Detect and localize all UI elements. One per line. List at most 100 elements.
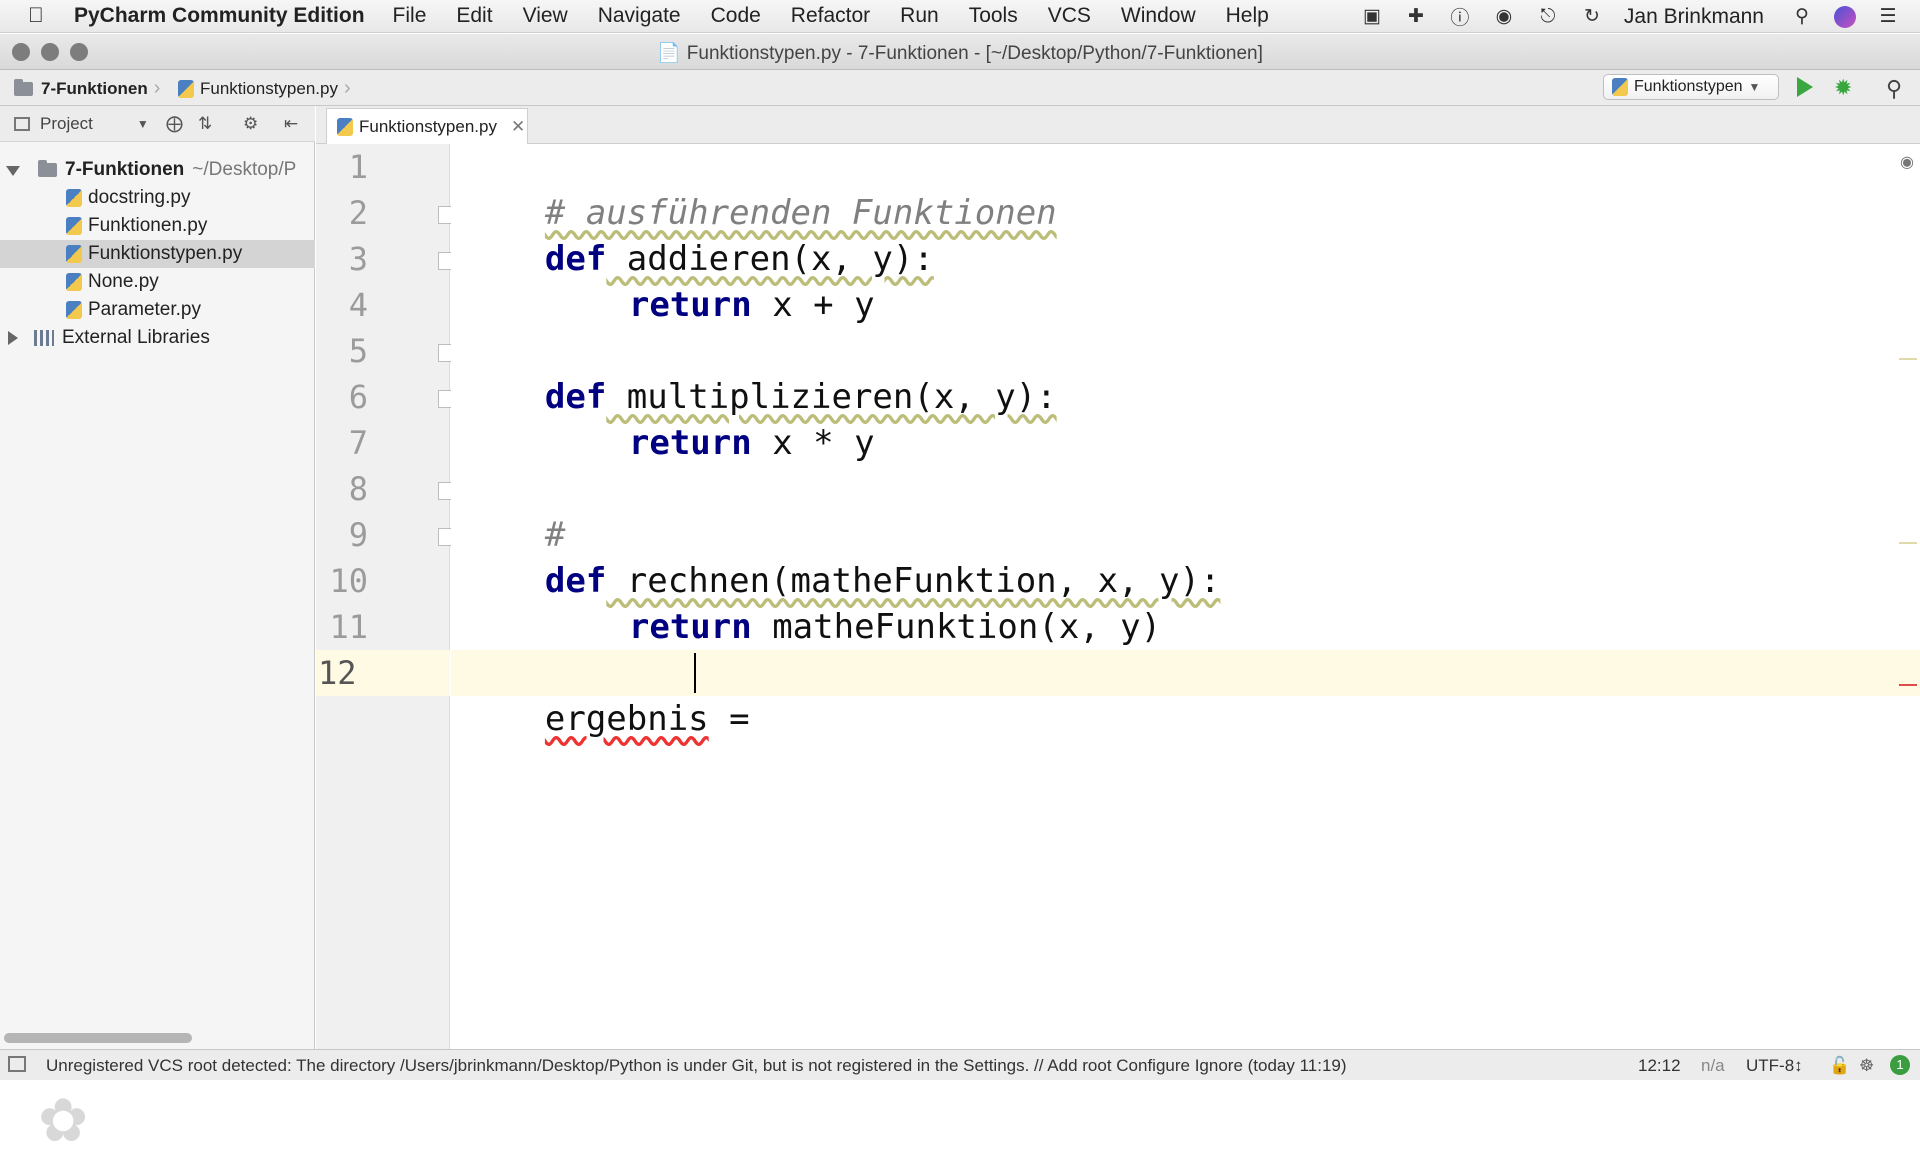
line-number-current: 12 <box>316 650 450 696</box>
code-text: x + y <box>751 285 875 325</box>
line-separator[interactable]: n/a <box>1701 1056 1725 1076</box>
lock-icon[interactable]: 🔓 <box>1829 1056 1850 1076</box>
apple-icon[interactable]:  <box>28 4 62 28</box>
menu-run[interactable]: Run <box>900 4 939 28</box>
breadcrumb-chevron-icon: › <box>153 77 161 99</box>
error-stripe-marker[interactable] <box>1899 684 1917 686</box>
leaf-tray-icon[interactable]: ◉ <box>1492 5 1516 29</box>
project-view-label: Project <box>40 114 93 133</box>
plus-tray-icon[interactable]: ✚ <box>1404 5 1428 29</box>
folder-icon <box>38 160 57 177</box>
inspector-icon[interactable]: ☸ <box>1859 1056 1874 1076</box>
toggle-tool-windows-icon[interactable] <box>8 1056 26 1072</box>
menu-code[interactable]: Code <box>711 4 761 28</box>
code-keyword: return <box>628 285 752 325</box>
time-machine-icon[interactable]: ↻ <box>1580 5 1604 29</box>
horizontal-scrollbar[interactable] <box>4 1033 192 1043</box>
screen-recorder-icon[interactable]: ▣ <box>1360 5 1384 29</box>
tab-funktionstypen[interactable]: Funktionstypen.py ✕ <box>326 108 528 144</box>
run-configuration-label: Funktionstypen <box>1634 78 1743 95</box>
notification-center-icon[interactable]: ☰ <box>1876 5 1900 29</box>
code-editor[interactable]: # ausführenden Funktionen def addieren(x… <box>451 144 1920 1049</box>
scroll-from-source-icon[interactable]: ⨁ <box>166 114 183 134</box>
line-number: 7 <box>348 424 368 462</box>
debug-bug-icon[interactable]: ✹ <box>1834 75 1852 101</box>
window-titlebar: 📄 Funktionstypen.py - 7-Funktionen - [~/D… <box>0 34 1920 70</box>
tree-file-parameter[interactable]: Parameter.py <box>0 296 315 324</box>
python-file-icon <box>1612 78 1628 96</box>
menu-tools[interactable]: Tools <box>969 4 1018 28</box>
breadcrumb-project[interactable]: 7-Funktionen › <box>14 77 160 100</box>
close-icon[interactable]: ✕ <box>511 117 525 137</box>
code-line-2: def addieren(x, y): <box>463 190 934 279</box>
macos-menubar:  PyCharm Community Edition File Edit Vi… <box>0 0 1920 33</box>
code-line-1: # ausführenden Funktionen <box>463 144 1057 233</box>
tree-file-docstring[interactable]: docstring.py <box>0 184 315 212</box>
run-configuration-select[interactable]: Funktionstypen ▼ <box>1603 74 1779 100</box>
hide-panel-icon[interactable]: ⇤ <box>284 114 298 134</box>
project-view-icon <box>14 117 30 131</box>
status-message[interactable]: Unregistered VCS root detected: The dire… <box>46 1056 1347 1076</box>
code-line-8: # <box>463 466 565 555</box>
menu-window[interactable]: Window <box>1121 4 1196 28</box>
breadcrumb-project-label: 7-Funktionen <box>41 78 148 98</box>
python-file-icon <box>66 189 82 207</box>
warning-stripe-marker[interactable] <box>1899 358 1917 360</box>
tree-root-folder[interactable]: 7-Funktionen ~/Desktop/P <box>0 156 315 184</box>
warning-stripe-marker[interactable] <box>1899 542 1917 544</box>
eye-icon[interactable]: ◉ <box>1900 152 1914 172</box>
tree-external-libraries[interactable]: External Libraries <box>0 324 315 352</box>
project-view-selector[interactable]: Project ▼ <box>14 114 149 134</box>
breadcrumb-file[interactable]: Funktionstypen.py › <box>178 77 351 100</box>
python-file-icon <box>66 273 82 291</box>
library-icon <box>34 330 54 346</box>
siri-icon[interactable] <box>1834 5 1856 28</box>
line-number: 6 <box>348 378 368 416</box>
line-number: 11 <box>329 608 368 646</box>
line-number: 3 <box>348 240 368 278</box>
search-everywhere-icon[interactable]: ⚲ <box>1886 76 1902 102</box>
file-encoding[interactable]: UTF-8↕ <box>1746 1056 1803 1076</box>
python-file-icon <box>337 117 353 136</box>
menu-navigate[interactable]: Navigate <box>598 4 681 28</box>
run-icon[interactable] <box>1797 77 1813 97</box>
app-name-menu[interactable]: PyCharm Community Edition <box>74 4 365 28</box>
code-keyword: return <box>628 607 752 647</box>
menu-refactor[interactable]: Refactor <box>791 4 870 28</box>
menubar-user-name[interactable]: Jan Brinkmann <box>1624 5 1764 29</box>
line-number: 10 <box>329 562 368 600</box>
tree-file-label: docstring.py <box>88 187 191 208</box>
expand-arrow-icon[interactable] <box>8 331 18 345</box>
chevron-down-icon: ▼ <box>136 117 149 131</box>
menu-file[interactable]: File <box>393 4 427 28</box>
expand-arrow-icon[interactable] <box>6 166 20 176</box>
navigation-bar: 7-Funktionen › Funktionstypen.py › Funkt… <box>0 70 1920 106</box>
spotlight-search-icon[interactable]: ⚲ <box>1790 5 1814 29</box>
code-line-6: return x * y <box>547 374 875 463</box>
project-tool-window: Project ▼ ⨁ ⇅ ⚙ ⇤ 7-Funktionen ~/Desktop… <box>0 106 315 1154</box>
python-file-icon <box>66 301 82 319</box>
caret-position[interactable]: 12:12 <box>1638 1056 1681 1076</box>
collapse-all-icon[interactable]: ⇅ <box>198 114 212 134</box>
menu-edit[interactable]: Edit <box>456 4 492 28</box>
line-number: 9 <box>348 516 368 554</box>
tree-file-none[interactable]: None.py <box>0 268 315 296</box>
line-number: 2 <box>348 194 368 232</box>
password-manager-icon[interactable]: ⓘ <box>1448 5 1472 29</box>
code-variable-error: ergebnis <box>544 699 709 739</box>
tree-root-label: 7-Funktionen <box>65 159 185 180</box>
event-log-badge[interactable]: 1 <box>1890 1055 1910 1075</box>
menu-view[interactable]: View <box>523 4 568 28</box>
gear-icon[interactable]: ⚙ <box>243 114 258 134</box>
tree-file-funktionstypen[interactable]: Funktionstypen.py <box>0 240 315 268</box>
window-title-text: Funktionstypen.py - 7-Funktionen - [~/De… <box>686 43 1263 64</box>
project-panel-header: Project ▼ ⨁ ⇅ ⚙ ⇤ <box>0 106 315 142</box>
tree-file-funktionen[interactable]: Funktionen.py <box>0 212 315 240</box>
menu-vcs[interactable]: VCS <box>1048 4 1091 28</box>
menubar-tray: ▣ ✚ ⓘ ◉ ⎋ ↻ Jan Brinkmann ⚲ ☰ <box>1360 0 1920 33</box>
menu-help[interactable]: Help <box>1226 4 1269 28</box>
python-file-icon <box>178 79 194 98</box>
bell-tray-icon[interactable]: ⎋ <box>1536 5 1560 29</box>
python-file-icon <box>66 245 82 263</box>
tree-external-label: External Libraries <box>62 327 210 348</box>
